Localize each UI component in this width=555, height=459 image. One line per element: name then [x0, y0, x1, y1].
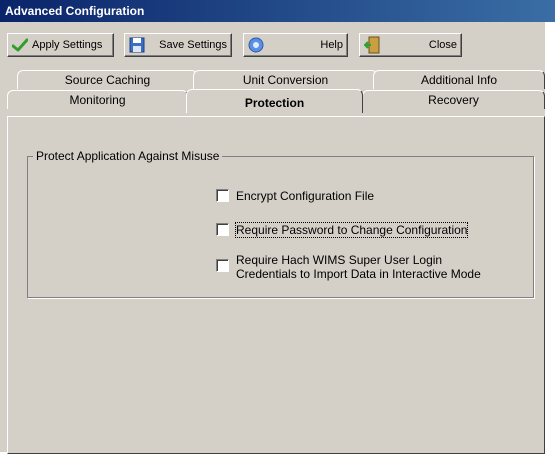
protection-panel: Protect Application Against Misuse Encry… [7, 116, 545, 454]
protect-application-group: Protect Application Against Misuse Encry… [27, 149, 534, 298]
require-super-user-label-line1: Require Hach WIMS Super User Login [236, 253, 443, 267]
require-super-user-label-line2: Credentials to Import Data in Interactiv… [236, 267, 481, 281]
tab-additional-info[interactable]: Additional Info [373, 70, 545, 89]
encrypt-configuration-checkbox[interactable] [216, 189, 229, 202]
exit-door-icon [363, 36, 381, 54]
advanced-configuration-window: Advanced Configuration Apply Settings Sa… [0, 0, 555, 454]
close-label: Close [428, 39, 457, 51]
tab-protection[interactable]: Protection [186, 89, 363, 113]
tab-source-caching[interactable]: Source Caching [17, 70, 198, 89]
checkmark-icon [11, 36, 29, 54]
require-password-option[interactable]: Require Password to Change Configuration [216, 222, 469, 238]
require-password-label: Require Password to Change Configuration [234, 222, 469, 238]
require-password-checkbox[interactable] [216, 223, 229, 236]
apply-settings-button[interactable]: Apply Settings [7, 33, 114, 57]
floppy-disk-icon [128, 36, 146, 54]
window-edge [545, 22, 555, 459]
group-title: Protect Application Against Misuse [33, 149, 223, 163]
help-label: Help [320, 39, 343, 51]
encrypt-configuration-option[interactable]: Encrypt Configuration File [216, 189, 374, 203]
require-super-user-checkbox[interactable] [216, 259, 229, 272]
close-button[interactable]: Close [359, 33, 462, 57]
save-settings-button[interactable]: Save Settings [124, 33, 232, 57]
window-title: Advanced Configuration [0, 0, 555, 22]
apply-settings-label: Apply Settings [32, 39, 103, 51]
help-button[interactable]: Help [243, 33, 348, 57]
require-super-user-label: Require Hach WIMS Super User Login Crede… [236, 253, 481, 281]
encrypt-configuration-label: Encrypt Configuration File [236, 189, 375, 203]
help-icon [247, 36, 265, 54]
toolbar: Apply Settings Save Settings Help Close [0, 33, 545, 59]
require-super-user-option[interactable]: Require Hach WIMS Super User Login Crede… [216, 253, 481, 281]
tab-unit-conversion[interactable]: Unit Conversion [193, 70, 378, 89]
tab-recovery[interactable]: Recovery [362, 90, 545, 109]
tab-monitoring[interactable]: Monitoring [7, 90, 188, 109]
save-settings-label: Save Settings [159, 39, 227, 51]
